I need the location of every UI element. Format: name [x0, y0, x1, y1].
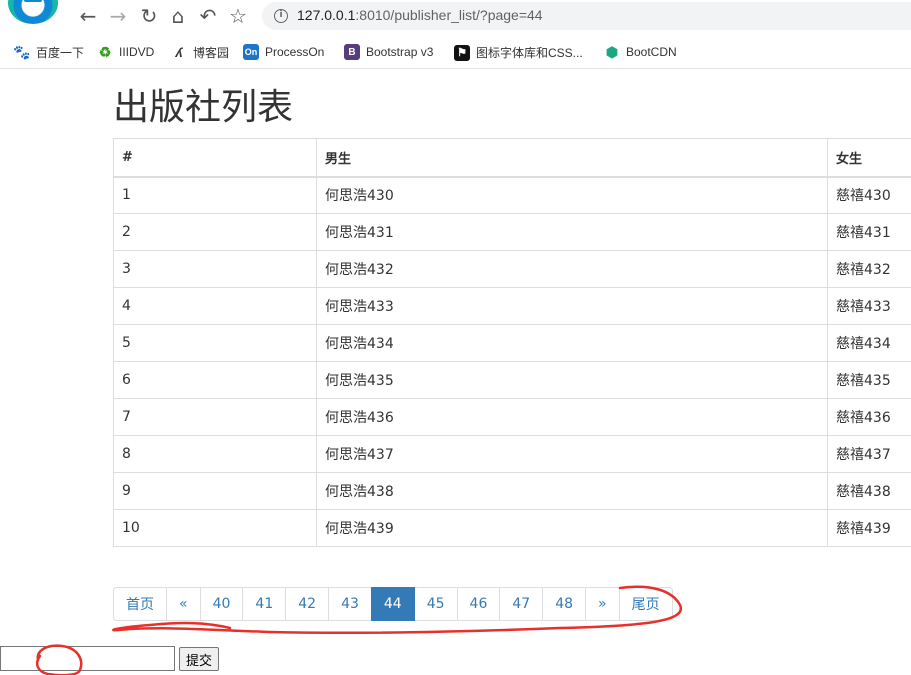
url-host: 127.0.0.1: [297, 7, 356, 23]
undo-icon[interactable]: ↶: [197, 5, 219, 27]
page-jump-input[interactable]: [0, 646, 175, 671]
page-link-41[interactable]: 41: [242, 587, 287, 621]
bookmark-label: ProcessOn: [265, 45, 325, 59]
column-header-index: #: [113, 138, 317, 178]
page-title: 出版社列表: [113, 87, 294, 128]
bookmark-label: 图标字体库和CSS...: [476, 46, 583, 60]
cell-index: 9: [113, 472, 317, 510]
bookmark-processon[interactable]: On ProcessOn: [243, 44, 324, 60]
table-row: 4 何思浩433 慈禧433: [113, 287, 911, 325]
table-row: 1 何思浩430 慈禧430: [113, 176, 911, 214]
cell-male: 何思浩433: [316, 287, 828, 325]
cell-male: 何思浩435: [316, 361, 828, 399]
paw-icon: 🐾: [13, 44, 31, 60]
bootcdn-icon: ⬢: [605, 43, 619, 60]
table-row: 2 何思浩431 慈禧431: [113, 213, 911, 251]
cell-female: 慈禧431: [827, 213, 911, 251]
cell-index: 6: [113, 361, 317, 399]
bookmark-label: 博客园: [193, 46, 230, 60]
cell-male: 何思浩432: [316, 250, 828, 288]
bookmark-cnblogs[interactable]: ʎ 博客园: [171, 44, 229, 61]
bookmark-iconfont[interactable]: ⚑ 图标字体库和CSS...: [454, 44, 583, 61]
processon-icon: On: [243, 44, 259, 60]
url-text[interactable]: 127.0.0.1:8010/publisher_list/?page=44: [297, 7, 543, 23]
cell-male: 何思浩434: [316, 324, 828, 362]
table-header-row: # 男生 女生: [113, 138, 911, 178]
cell-index: 3: [113, 250, 317, 288]
cell-index: 2: [113, 213, 317, 251]
cell-female: 慈禧430: [827, 176, 911, 214]
page-first-link[interactable]: 首页: [113, 587, 167, 621]
table-row: 10 何思浩439 慈禧439: [113, 509, 911, 547]
table-row: 5 何思浩434 慈禧434: [113, 324, 911, 362]
cell-index: 5: [113, 324, 317, 362]
page-link-43[interactable]: 43: [328, 587, 372, 621]
address-bar[interactable]: i 127.0.0.1:8010/publisher_list/?page=44: [262, 2, 911, 30]
page-last-link[interactable]: 尾页: [618, 587, 673, 621]
submit-button[interactable]: 提交: [179, 647, 220, 671]
reload-icon[interactable]: ↻: [138, 5, 160, 27]
cell-index: 8: [113, 435, 317, 473]
browser-toolbar: ← → ↻ ⌂ ↶ ☆ i 127.0.0.1:8010/publisher_l…: [0, 0, 911, 36]
bookmark-label: BootCDN: [626, 45, 677, 59]
recycle-icon: ♻: [98, 43, 112, 60]
table-row: 7 何思浩436 慈禧436: [113, 398, 911, 436]
back-icon[interactable]: ←: [77, 5, 99, 27]
cell-female: 慈禧434: [827, 324, 911, 362]
page-prev-link[interactable]: «: [166, 587, 201, 621]
cell-male: 何思浩430: [316, 176, 828, 214]
table-row: 8 何思浩437 慈禧437: [113, 435, 911, 473]
cell-female: 慈禧438: [827, 472, 911, 510]
cell-female: 慈禧436: [827, 398, 911, 436]
pagination: 首页 « 40 41 42 43 44 45 46 47 48 » 尾页: [113, 587, 673, 621]
browser-logo-icon: [8, 0, 58, 24]
flag-icon: ⚑: [454, 44, 470, 61]
page-link-40[interactable]: 40: [199, 587, 244, 621]
table-row: 9 何思浩438 慈禧438: [113, 472, 911, 510]
cell-index: 4: [113, 287, 317, 325]
cell-index: 1: [113, 176, 317, 214]
bootstrap-icon: B: [344, 44, 360, 60]
bookmark-label: IIIDVD: [119, 45, 155, 59]
bookmark-label: 百度一下: [36, 46, 85, 60]
cell-male: 何思浩439: [316, 509, 828, 547]
url-path: :8010/publisher_list/?page=44: [355, 7, 543, 23]
table-row: 3 何思浩432 慈禧432: [113, 250, 911, 288]
bookmark-baidu[interactable]: 🐾 百度一下: [13, 44, 85, 61]
cnblogs-icon: ʎ: [175, 45, 183, 60]
cell-male: 何思浩437: [316, 435, 828, 473]
cell-index: 10: [113, 509, 317, 547]
cell-index: 7: [113, 398, 317, 436]
forward-icon[interactable]: →: [107, 5, 129, 27]
table-row: 6 何思浩435 慈禧435: [113, 361, 911, 399]
cell-female: 慈禧432: [827, 250, 911, 288]
publisher-table: # 男生 女生 1 何思浩430 慈禧430 2 何思浩431 慈禧431 3 何思浩432 慈…: [113, 138, 911, 547]
page-link-48[interactable]: 48: [542, 587, 587, 621]
page-next-link[interactable]: »: [585, 587, 620, 621]
info-icon[interactable]: i: [274, 9, 288, 23]
cell-male: 何思浩431: [316, 213, 828, 251]
page-link-44-active[interactable]: 44: [370, 587, 415, 621]
bookmarks-bar: 🐾 百度一下 ♻ IIIDVD ʎ 博客园 On ProcessOn B Boo…: [0, 36, 911, 69]
column-header-male: 男生: [316, 138, 828, 178]
cell-female: 慈禧439: [827, 509, 911, 547]
cell-female: 慈禧437: [827, 435, 911, 473]
bookmark-bootstrap[interactable]: B Bootstrap v3: [344, 44, 433, 60]
home-icon[interactable]: ⌂: [167, 5, 189, 27]
column-header-female: 女生: [827, 138, 911, 178]
bookmark-label: Bootstrap v3: [366, 45, 434, 59]
page-link-47[interactable]: 47: [499, 587, 544, 621]
bookmark-iiidvd[interactable]: ♻ IIIDVD: [97, 43, 155, 60]
cell-female: 慈禧433: [827, 287, 911, 325]
cell-female: 慈禧435: [827, 361, 911, 399]
page-link-45[interactable]: 45: [413, 587, 458, 621]
page-link-46[interactable]: 46: [456, 587, 501, 621]
bookmark-bootcdn[interactable]: ⬢ BootCDN: [604, 44, 677, 60]
cell-male: 何思浩436: [316, 398, 828, 436]
table-body: 1 何思浩430 慈禧430 2 何思浩431 慈禧431 3 何思浩432 慈禧432 4 何思浩…: [113, 176, 911, 547]
star-icon[interactable]: ☆: [227, 5, 249, 27]
page-link-42[interactable]: 42: [285, 587, 330, 621]
cell-male: 何思浩438: [316, 472, 828, 510]
